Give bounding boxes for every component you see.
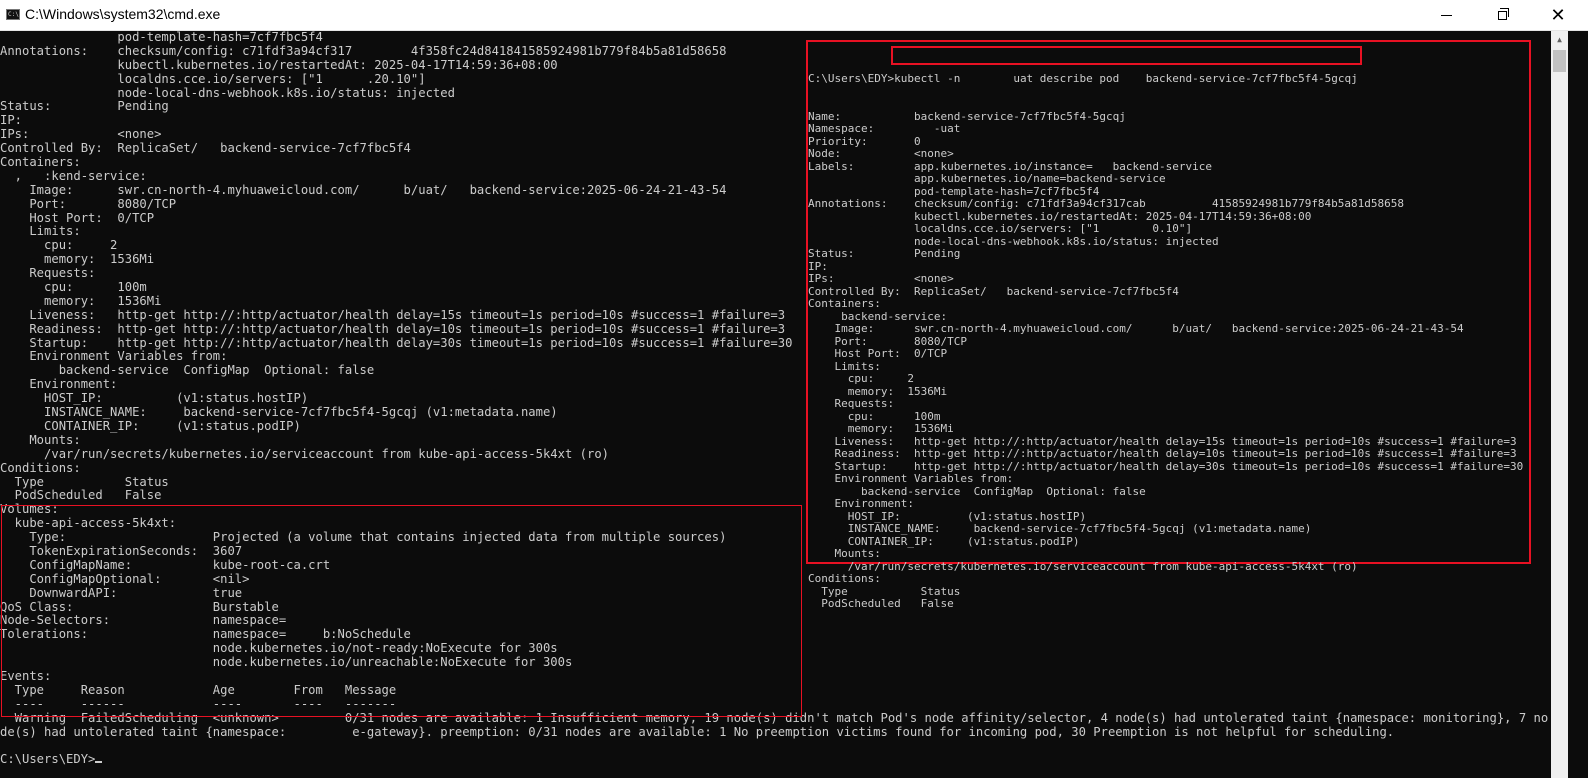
inset-output: C:\Users\EDY>kubectl -n uat describe pod… — [808, 48, 1523, 611]
inset-line: PodScheduled False — [808, 597, 954, 610]
inset-line: INSTANCE_NAME: backend-service-7cf7fbc5f… — [808, 522, 1312, 535]
title-bar[interactable]: C:\ C:\Windows\system32\cmd.exe ✕ — [0, 0, 1588, 31]
inset-line: IPs: <none> — [808, 272, 954, 285]
inset-line: Requests: — [808, 397, 895, 410]
inset-prompt: C:\Users\EDY — [808, 72, 888, 85]
inset-line: Environment Variables from: — [808, 472, 1014, 485]
inset-line: Host Port: 0/TCP — [808, 347, 948, 360]
inset-line: memory: 1536Mi — [808, 422, 954, 435]
restore-icon — [1497, 7, 1509, 20]
inset-line: Readiness: http-get http://:http/actuato… — [808, 447, 1517, 460]
command-highlight-box — [891, 46, 1362, 65]
maximize-button[interactable] — [1479, 0, 1525, 30]
inset-line: Controlled By: ReplicaSet/ backend-servi… — [808, 284, 1179, 298]
inset-line: Limits: — [808, 359, 881, 373]
cmd-app-icon[interactable]: C:\ — [6, 9, 20, 20]
inset-line: CONTAINER_IP: (v1:status.podIP) — [808, 534, 1080, 548]
window-title: C:\Windows\system32\cmd.exe — [25, 6, 221, 22]
close-button[interactable]: ✕ — [1535, 0, 1581, 30]
inset-command-line: C:\Users\EDY>kubectl -n uat describe pod… — [808, 72, 1358, 85]
inset-command: kubectl -n uat describe pod backend-serv… — [894, 72, 1358, 85]
inset-line: Mounts: — [808, 547, 881, 560]
inset-line: /var/run/secrets/kubernetes.io/serviceac… — [808, 559, 1358, 573]
inset-line: backend-service ConfigMap Optional: fals… — [808, 484, 1146, 498]
inset-line: app.kubernetes.io/name=backend-service — [808, 172, 1166, 185]
inset-line: Node: <none> — [808, 147, 954, 160]
inset-line: cpu: 2 — [808, 372, 914, 385]
vertical-scrollbar[interactable]: ▲ — [1551, 31, 1568, 778]
inset-line: memory: 1536Mi — [808, 384, 948, 398]
prompt-line[interactable]: C:\Users\EDY> — [0, 752, 1548, 767]
minimize-button[interactable] — [1423, 0, 1469, 30]
inset-line: Conditions: — [808, 572, 881, 585]
inset-screenshot: C:\Users\EDY>kubectl -n uat describe pod… — [806, 40, 1531, 610]
highlight-volumes-events — [1, 505, 802, 717]
scroll-thumb[interactable] — [1553, 50, 1566, 72]
inset-line: localdns.cce.io/servers: ["1 0.10"] — [808, 222, 1193, 235]
terminal-line: de(s) had untolerated taint {namespace: … — [0, 724, 1395, 739]
inset-line: Image: swr.cn-north-4.myhuaweicloud.com/… — [808, 322, 1464, 335]
minimize-icon — [1440, 14, 1452, 16]
cursor-icon — [95, 761, 103, 764]
inset-line: Namespace: -uat — [808, 122, 961, 135]
close-icon: ✕ — [1550, 5, 1566, 25]
inset-line: Status: Pending — [808, 247, 961, 260]
inset-line: Annotations: checksum/config: c71fdf3a94… — [808, 197, 1405, 210]
command-prompt: C:\Users\EDY> — [0, 752, 96, 767]
scroll-up-icon[interactable]: ▲ — [1551, 31, 1568, 48]
inset-line: Environment: — [808, 497, 914, 510]
inset-line: Containers: — [808, 297, 881, 310]
